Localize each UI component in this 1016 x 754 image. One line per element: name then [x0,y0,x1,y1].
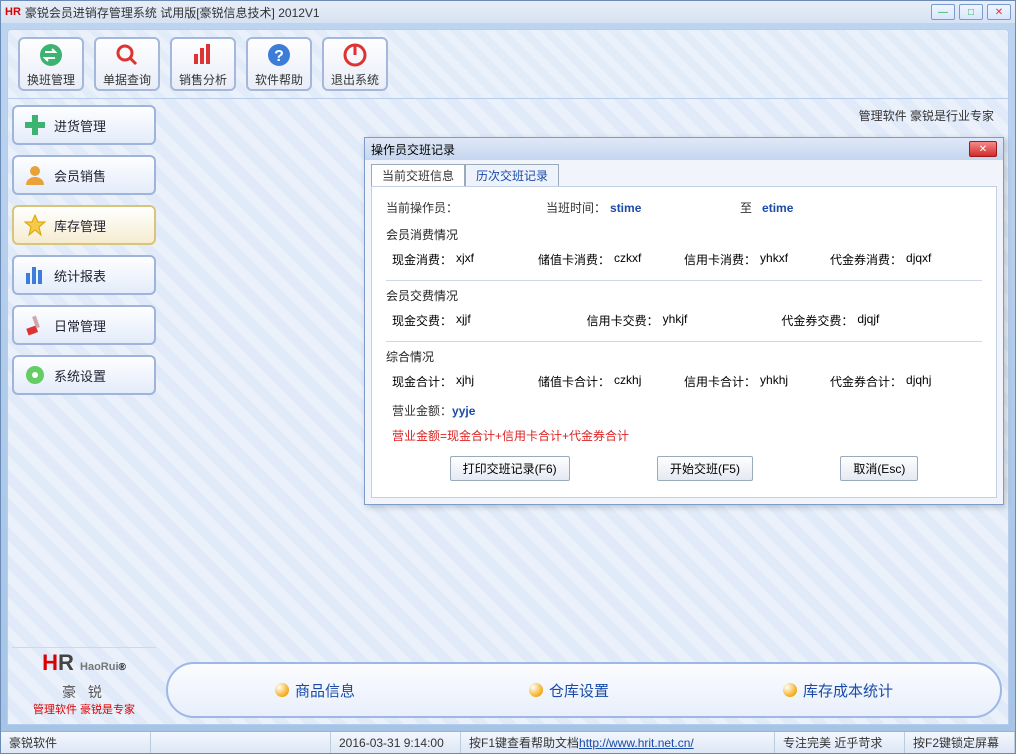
sidebar-item-inventory[interactable]: 库存管理 [12,205,156,245]
star-icon [22,212,48,238]
dialog-close-button[interactable]: ✕ [969,141,997,157]
toolbar-sales-analysis[interactable]: 销售分析 [170,37,236,91]
section3-grid: 现金合计：xjhj 储值卡合计：czkhj 信用卡合计：yhkhj 代金券合计：… [386,365,982,398]
power-icon [341,41,369,69]
section1-title: 会员消费情况 [386,226,982,243]
print-shift-button[interactable]: 打印交班记录(F6) [450,456,570,481]
dialog-titlebar: 操作员交班记录 ✕ [365,138,1003,160]
statusbar: 豪锐软件 2016-03-31 9:14:00 按F1键查看帮助文档http:/… [1,731,1015,753]
toolbar-doc-query[interactable]: 单据查询 [94,37,160,91]
sidebar-item-purchase[interactable]: 进货管理 [12,105,156,145]
sidebar-item-settings[interactable]: 系统设置 [12,355,156,395]
bottom-link-warehouse[interactable]: 仓库设置 [529,680,609,701]
turnover-value: yyje [452,404,475,418]
status-motto: 专注完美 近乎苛求 [775,732,905,753]
to-label: 至 [740,199,752,216]
search-icon [113,41,141,69]
section2-title: 会员交费情况 [386,287,982,304]
bars-icon [189,41,217,69]
maximize-button[interactable]: □ [959,4,983,20]
section2-grid: 现金交费：xjjf 信用卡交费：yhkjf 代金券交费：djqjf [386,304,982,337]
minimize-button[interactable]: — [931,4,955,20]
sidebar-item-member-sales[interactable]: 会员销售 [12,155,156,195]
operator-label: 当前操作员： [386,199,546,216]
shift-record-dialog: 操作员交班记录 ✕ 当前交班信息 历次交班记录 当前操作员： 当班时间： sti… [364,137,1004,505]
member-icon [22,162,48,188]
dot-icon [783,683,797,697]
start-shift-button[interactable]: 开始交班(F5) [657,456,753,481]
shift-time-label: 当班时间： [546,199,606,216]
shift-end-value: etime [762,201,793,215]
swap-icon [37,41,65,69]
plus-icon [22,112,48,138]
status-company: 豪锐软件 [1,732,151,753]
help-link[interactable]: http://www.hrit.net.cn/ [579,736,694,750]
app-chrome: 换班管理 单据查询 销售分析 ? 软件帮助 退出系统 [1,23,1015,731]
status-lock: 按F2键锁定屏幕 [905,732,1015,753]
bottom-bar: 商品信息 仓库设置 库存成本统计 [166,662,1002,718]
close-button[interactable]: ✕ [987,4,1011,20]
gear-icon [22,362,48,388]
shift-start-value: stime [610,201,740,215]
main-area: 管理软件 豪锐是行业专家 操作员交班记录 ✕ 当前交班信息 历次交班记录 当前操… [160,99,1008,724]
sidebar-item-daily[interactable]: 日常管理 [12,305,156,345]
dot-icon [529,683,543,697]
formula-text: 营业金额=现金合计+信用卡合计+代金券合计 [386,423,982,448]
body: 进货管理 会员销售 库存管理 统计报表 日常管理 [7,99,1009,725]
svg-text:?: ? [274,48,284,65]
help-icon: ? [265,41,293,69]
dialog-title: 操作员交班记录 [371,141,455,158]
cancel-button[interactable]: 取消(Esc) [840,456,918,481]
toolbar-help[interactable]: ? 软件帮助 [246,37,312,91]
brush-icon [22,312,48,338]
dialog-tabs: 当前交班信息 历次交班记录 [365,160,1003,186]
tab-history-shift[interactable]: 历次交班记录 [465,164,559,186]
dialog-actions: 打印交班记录(F6) 开始交班(F5) 取消(Esc) [386,448,982,485]
app-window: HR 豪锐会员进销存管理系统 试用版[豪锐信息技术] 2012V1 — □ ✕ … [0,0,1016,754]
brand-block: HR HaoRui® 豪 锐 管理软件 豪锐是专家 [12,643,156,718]
report-icon [22,262,48,288]
tagline: 管理软件 豪锐是行业专家 [166,105,1002,126]
tab-current-shift[interactable]: 当前交班信息 [371,164,465,186]
sidebar: 进货管理 会员销售 库存管理 统计报表 日常管理 [8,99,160,724]
toolbar: 换班管理 单据查询 销售分析 ? 软件帮助 退出系统 [7,29,1009,99]
bottom-link-products[interactable]: 商品信息 [275,680,355,701]
window-title: 豪锐会员进销存管理系统 试用版[豪锐信息技术] 2012V1 [25,4,320,21]
sidebar-item-reports[interactable]: 统计报表 [12,255,156,295]
toolbar-exit[interactable]: 退出系统 [322,37,388,91]
toolbar-shift-mgmt[interactable]: 换班管理 [18,37,84,91]
dialog-body: 当前操作员： 当班时间： stime 至 etime 会员消费情况 现金消费：x… [371,186,997,498]
dot-icon [275,683,289,697]
status-datetime: 2016-03-31 9:14:00 [331,732,461,753]
bottom-link-cost-stats[interactable]: 库存成本统计 [783,680,893,701]
titlebar: HR 豪锐会员进销存管理系统 试用版[豪锐信息技术] 2012V1 — □ ✕ [1,1,1015,23]
status-help: 按F1键查看帮助文档http://www.hrit.net.cn/ [461,732,775,753]
section3-title: 综合情况 [386,348,982,365]
section1-grid: 现金消费：xjxf 储值卡消费：czkxf 信用卡消费：yhkxf 代金券消费：… [386,243,982,276]
app-logo: HR [5,6,21,18]
turnover-label: 营业金额： [392,402,452,419]
